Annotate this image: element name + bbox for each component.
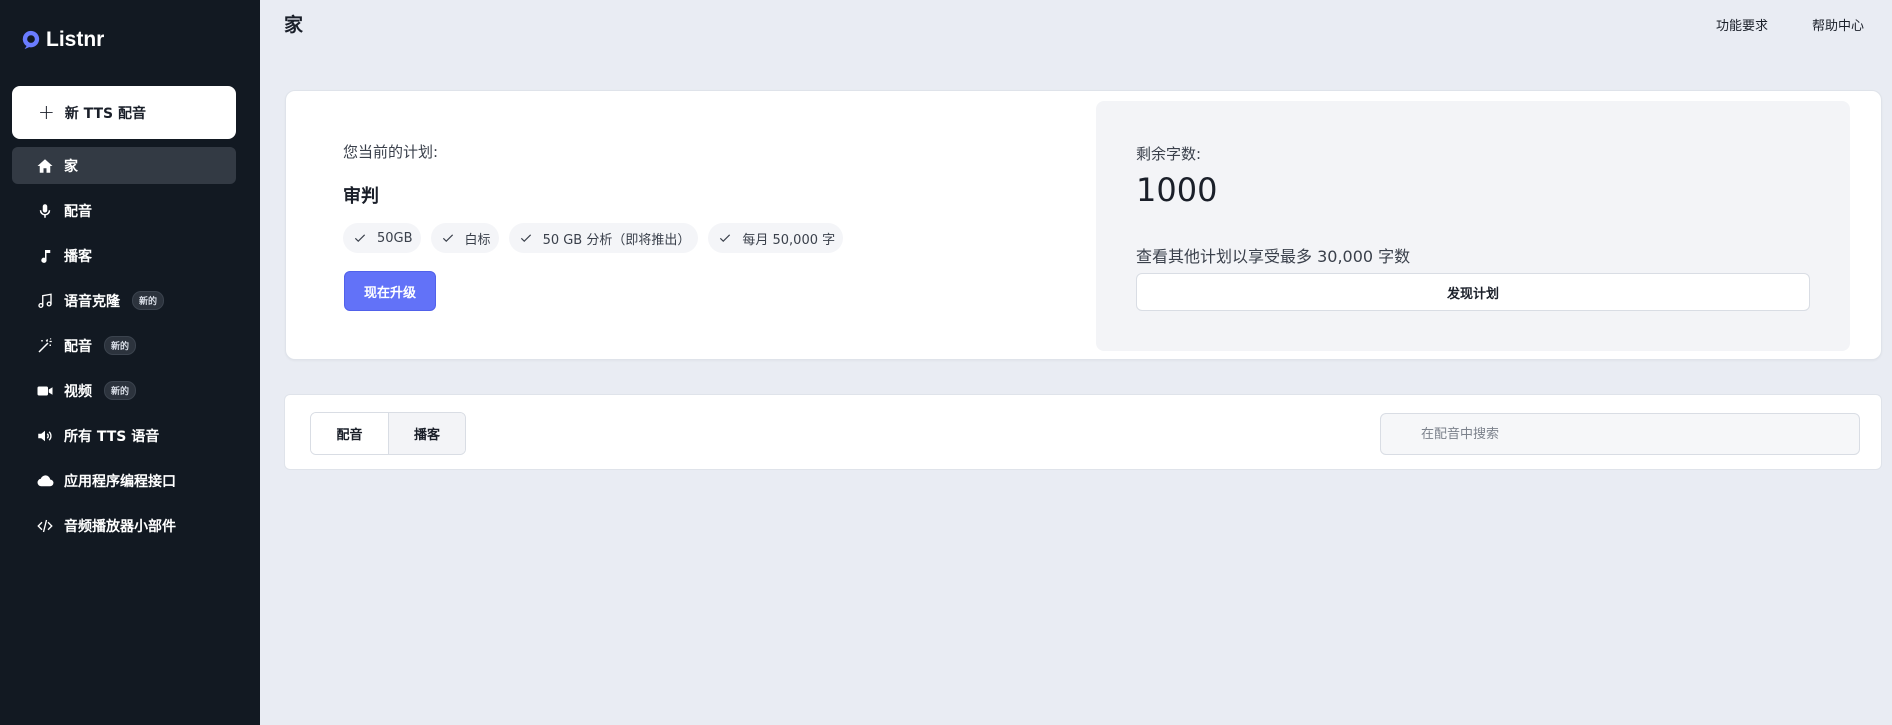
new-tts-button[interactable]: + 新 TTS 配音 xyxy=(12,86,236,139)
check-icon xyxy=(442,234,453,243)
feature-chip: 白标 xyxy=(430,223,499,253)
check-icon xyxy=(354,234,366,243)
sidebar-item-podcast[interactable]: 播客 xyxy=(12,237,236,274)
plan-card: 您当前的计划: 审判 50GB 白标 50 GB 分析（即将推出） 每月 50,… xyxy=(285,90,1882,360)
feature-text: 50 GB 分析（即将推出） xyxy=(542,232,691,248)
sidebar: Listnr + 新 TTS 配音 家 配音 播客 语音克隆 新的 配音 新的 … xyxy=(0,0,260,725)
check-icon xyxy=(720,234,731,243)
content-tabs: 配音 播客 xyxy=(310,412,466,455)
feature-chip: 每月 50,000 字 xyxy=(708,223,844,253)
current-plan-label: 您当前的计划: xyxy=(343,143,439,161)
sidebar-item-label: 应用程序编程接口 xyxy=(64,473,176,490)
sidebar-item-api[interactable]: 应用程序编程接口 xyxy=(12,462,236,499)
sidebar-item-audio-widget[interactable]: 音频播放器小部件 xyxy=(12,507,236,544)
plan-features: 50GB 白标 50 GB 分析（即将推出） 每月 50,000 字 xyxy=(343,223,844,253)
search-input[interactable] xyxy=(1380,413,1860,455)
feature-request-link[interactable]: 功能要求 xyxy=(1716,15,1768,34)
new-tts-label: 新 TTS 配音 xyxy=(64,105,147,122)
new-badge: 新的 xyxy=(104,381,137,400)
feature-text: 50GB xyxy=(377,230,413,246)
word-quota-panel: 剩余字数: 1000 查看其他计划以享受最多 30,000 字数 发现计划 xyxy=(1096,101,1850,351)
music-note-icon xyxy=(41,249,51,263)
remaining-words-value: 1000 xyxy=(1136,171,1218,209)
app-logo[interactable]: Listnr xyxy=(20,28,104,52)
sidebar-item-label: 配音 xyxy=(64,203,92,220)
microphone-icon xyxy=(39,203,51,218)
sidebar-item-label: 家 xyxy=(64,158,78,175)
tab-dubbing[interactable]: 配音 xyxy=(311,413,388,454)
page-title: 家 xyxy=(284,14,304,36)
listnr-logo-icon xyxy=(22,30,40,50)
new-badge: 新的 xyxy=(132,291,165,310)
video-camera-icon xyxy=(37,386,53,395)
new-badge: 新的 xyxy=(104,336,137,355)
plus-icon: + xyxy=(38,99,55,124)
feature-chip: 50GB xyxy=(343,223,421,253)
magic-wand-icon xyxy=(38,337,52,353)
tab-podcast[interactable]: 播客 xyxy=(388,413,465,454)
content-list-card: 配音 播客 xyxy=(284,394,1882,470)
sidebar-item-label: 音频播放器小部件 xyxy=(64,518,176,535)
sidebar-item-ai-dubbing[interactable]: 配音 新的 xyxy=(12,327,236,364)
help-center-link[interactable]: 帮助中心 xyxy=(1812,15,1864,34)
check-icon xyxy=(520,234,531,243)
cloud-icon xyxy=(37,474,54,486)
music-notes-icon xyxy=(38,292,52,308)
sidebar-item-dubbing[interactable]: 配音 xyxy=(12,192,236,229)
sidebar-item-label: 配音 xyxy=(64,338,92,355)
plans-hint: 查看其他计划以享受最多 30,000 字数 xyxy=(1136,247,1411,266)
upgrade-button[interactable]: 现在升级 xyxy=(344,271,436,311)
sidebar-item-voice-clone[interactable]: 语音克隆 新的 xyxy=(12,282,236,319)
sidebar-item-label: 播客 xyxy=(64,248,92,265)
app-name: Listnr xyxy=(46,28,105,51)
sidebar-item-label: 所有 TTS 语音 xyxy=(64,428,160,445)
discover-plans-button[interactable]: 发现计划 xyxy=(1136,273,1810,311)
code-icon xyxy=(37,519,53,532)
speaker-icon xyxy=(38,430,52,441)
sidebar-item-video[interactable]: 视频 新的 xyxy=(12,372,236,409)
feature-text: 白标 xyxy=(464,232,491,248)
sidebar-item-label: 视频 xyxy=(64,383,92,400)
sidebar-item-all-voices[interactable]: 所有 TTS 语音 xyxy=(12,417,236,454)
sidebar-item-home[interactable]: 家 xyxy=(12,147,236,184)
feature-chip: 50 GB 分析（即将推出） xyxy=(508,223,699,253)
remaining-words-label: 剩余字数: xyxy=(1136,145,1202,163)
feature-text: 每月 50,000 字 xyxy=(742,232,836,248)
plan-name: 审判 xyxy=(343,186,379,207)
home-icon xyxy=(37,158,53,173)
sidebar-item-label: 语音克隆 xyxy=(64,293,120,310)
